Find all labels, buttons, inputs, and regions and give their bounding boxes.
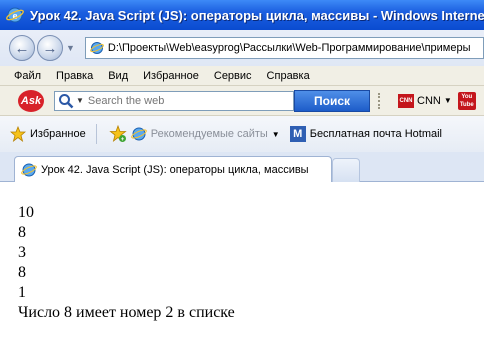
search-button[interactable]: Поиск — [294, 89, 370, 112]
favorites-button[interactable]: Избранное — [30, 128, 86, 140]
search-toolbar: Ask ▼ Поиск CNN CNN ▼ You Tube — [0, 86, 484, 116]
output-line: 10 — [18, 204, 34, 221]
menu-file[interactable]: Файл — [14, 70, 41, 82]
favorites-star-icon — [10, 126, 26, 142]
toolbar-divider — [95, 124, 97, 144]
tab-label: Урок 42. Java Script (JS): операторы цик… — [41, 163, 309, 176]
recommended-sites-link[interactable]: Рекомендуемые сайты — [151, 128, 268, 140]
address-toolbar: ← → ▼ D:\Проекты\Web\easyprog\Рассылки\W… — [0, 30, 484, 66]
page-content: 10 8 3 8 1 Число 8 имеет номер 2 в списк… — [0, 183, 484, 361]
toolbar-grip[interactable] — [378, 92, 386, 109]
history-dropdown-icon[interactable]: ▼ — [66, 43, 75, 53]
address-url: D:\Проекты\Web\easyprog\Рассылки\Web-Про… — [107, 42, 471, 54]
cnn-logo-icon: CNN — [398, 93, 414, 108]
hotmail-link[interactable]: Бесплатная почта Hotmail — [310, 128, 442, 140]
menu-favorites[interactable]: Избранное — [143, 70, 199, 82]
window-title: Урок 42. Java Script (JS): операторы цик… — [30, 7, 484, 23]
search-engine-dropdown-icon[interactable]: ▼ — [76, 96, 84, 105]
ask-logo[interactable]: Ask — [18, 89, 44, 112]
tab-active[interactable]: Урок 42. Java Script (JS): операторы цик… — [14, 156, 332, 182]
new-tab-button[interactable] — [332, 158, 360, 182]
internet-explorer-icon: e — [6, 7, 24, 23]
add-favorite-icon[interactable]: + — [109, 125, 127, 143]
menu-tools[interactable]: Сервис — [214, 70, 252, 82]
youtube-icon[interactable]: You Tube — [457, 91, 476, 110]
tab-strip: Урок 42. Java Script (JS): операторы цик… — [0, 152, 484, 182]
output-line: 8 — [18, 224, 26, 241]
back-button[interactable]: ← — [9, 35, 35, 61]
address-field[interactable]: D:\Проекты\Web\easyprog\Рассылки\Web-Про… — [84, 37, 484, 59]
favorites-bar: Избранное + Рекомендуемые сайты ▼ M Бесп… — [0, 116, 484, 152]
forward-button[interactable]: → — [37, 35, 63, 61]
recommended-dropdown-icon[interactable]: ▼ — [272, 130, 280, 139]
output-line: 3 — [18, 244, 26, 261]
menu-view[interactable]: Вид — [108, 70, 128, 82]
output-line: 1 — [18, 284, 26, 301]
cnn-button[interactable]: CNN CNN ▼ — [398, 93, 452, 108]
internet-explorer-icon — [130, 127, 147, 141]
menu-help[interactable]: Справка — [267, 70, 310, 82]
search-box[interactable]: ▼ — [54, 90, 294, 111]
result-text: Число 8 имеет номер 2 в списке — [18, 304, 235, 321]
menu-bar: Файл Правка Вид Избранное Сервис Справка — [0, 66, 484, 86]
internet-explorer-icon — [21, 163, 37, 176]
search-input[interactable] — [87, 94, 288, 107]
menu-edit[interactable]: Правка — [56, 70, 93, 82]
forward-arrow-icon: → — [42, 39, 58, 57]
window-title-bar[interactable]: e Урок 42. Java Script (JS): операторы ц… — [0, 0, 484, 30]
msn-icon: M — [289, 126, 306, 142]
cnn-dropdown-icon: ▼ — [443, 96, 452, 105]
back-arrow-icon: ← — [14, 39, 30, 57]
cnn-label: CNN — [417, 94, 441, 107]
page-icon — [90, 42, 104, 54]
output-line: 8 — [18, 264, 26, 281]
svg-text:+: + — [120, 137, 124, 143]
search-icon — [59, 93, 74, 108]
